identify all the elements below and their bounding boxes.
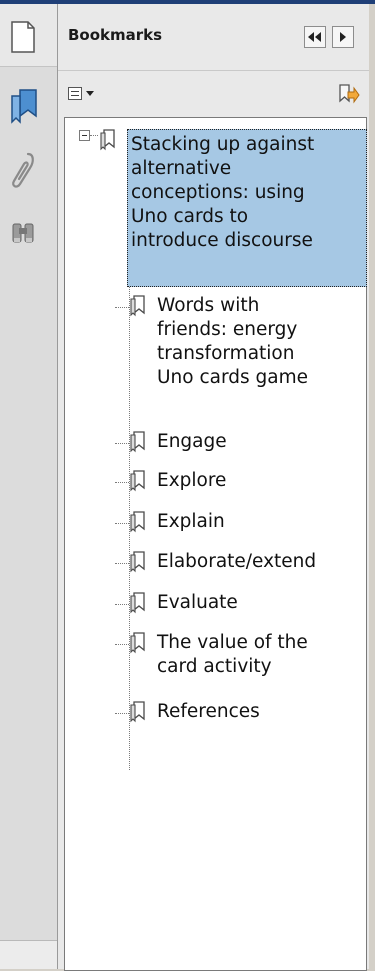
expand-panel-button[interactable] [332, 26, 354, 48]
bookmark-item[interactable]: Explain [115, 511, 367, 537]
bookmark-item[interactable]: References [115, 701, 367, 727]
bookmark-label: Elaborate/extend [157, 551, 317, 572]
collapse-panel-button[interactable] [304, 26, 326, 48]
tree-connector [115, 307, 129, 308]
options-icon [68, 86, 82, 100]
pages-panel-button[interactable] [8, 20, 38, 54]
tree-connector [115, 563, 129, 564]
bookmark-icon [130, 470, 145, 492]
bookmark-label: Explain [157, 511, 225, 532]
bookmark-label: card activity [157, 656, 272, 677]
bookmark-label: Evaluate [157, 592, 238, 613]
navigation-pane-toolbar [0, 4, 58, 969]
search-panel-button[interactable] [8, 218, 38, 248]
pages-icon [11, 21, 35, 53]
bookmark-item[interactable]: Elaborate/extend [115, 551, 367, 577]
bookmarks-panel: Bookmarks Stacking up against alternativ… [58, 4, 369, 971]
bookmark-icon [130, 431, 145, 453]
bookmark-label: introduce discourse [131, 230, 313, 251]
bookmark-item[interactable]: Explore [115, 470, 367, 496]
bookmark-icon [130, 511, 145, 533]
new-bookmark-button[interactable] [336, 83, 360, 107]
bookmark-label: Words with [157, 295, 260, 316]
bookmark-item[interactable]: The value of the card activity [115, 632, 367, 682]
panel-header: Bookmarks [58, 4, 369, 71]
bookmark-item[interactable]: Words with friends: energy transformatio… [115, 295, 367, 395]
options-menu-button[interactable] [68, 83, 100, 103]
bookmarks-toolbar [58, 71, 369, 117]
bookmarks-icon [11, 89, 37, 124]
bookmark-icon [130, 701, 145, 723]
bookmark-label: Engage [157, 431, 227, 452]
bookmark-label: Uno cards game [157, 367, 308, 388]
collapse-icon [308, 32, 321, 42]
bookmark-label: friends: energy [157, 319, 298, 340]
bookmark-label: Stacking up against [131, 134, 315, 155]
bookmark-label: Uno cards to [131, 206, 249, 227]
bookmark-label: The value of the [157, 632, 308, 653]
chevron-down-icon [86, 90, 94, 96]
bookmark-icon [130, 592, 145, 614]
bookmark-label: conceptions: using [131, 182, 305, 203]
bookmark-item[interactable]: Stacking up against alternative concepti… [99, 129, 367, 287]
bookmark-label: References [157, 701, 260, 722]
tree-connector [115, 523, 129, 524]
attachments-icon [12, 152, 34, 188]
bookmark-label: Explore [157, 470, 227, 491]
tree-connector [115, 482, 129, 483]
tree-connector [115, 604, 129, 605]
bookmark-icon [100, 129, 115, 151]
tree-connector [115, 713, 129, 714]
collapse-expander[interactable] [79, 130, 90, 141]
bookmark-icon [130, 295, 145, 317]
tree-connector [115, 443, 129, 444]
bookmark-label: alternative [131, 158, 232, 179]
search-icon [12, 223, 34, 243]
bookmark-item[interactable]: Engage [115, 431, 367, 457]
bookmark-tree: Stacking up against alternative concepti… [64, 117, 367, 971]
bookmark-label: transformation [157, 343, 295, 364]
expand-icon [340, 32, 346, 42]
bookmark-icon [130, 632, 145, 654]
panel-title: Bookmarks [68, 26, 163, 44]
rail-bottom-area [0, 940, 57, 969]
bookmarks-panel-button[interactable] [6, 86, 40, 126]
bookmark-item[interactable]: Evaluate [115, 592, 367, 618]
attachments-panel-button[interactable] [8, 148, 38, 192]
new-bookmark-icon [339, 84, 360, 104]
tree-connector [115, 644, 129, 645]
bookmark-icon [130, 551, 145, 573]
tree-connector [90, 135, 98, 136]
